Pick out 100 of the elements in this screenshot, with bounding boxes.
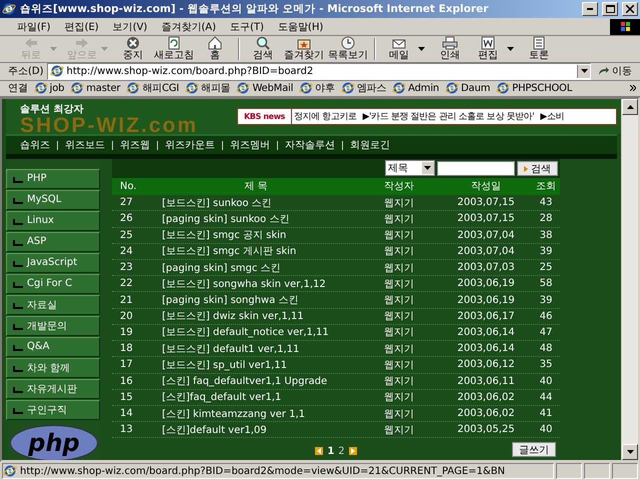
address-field[interactable]: http://www.shop-wiz.com/board.php?BID=board2 (46, 62, 591, 80)
sidebar-item[interactable]: MySQL (6, 190, 100, 210)
post-title-link[interactable]: [스킨]faq_default ver1,1 (154, 390, 350, 404)
dropdown-arrow-icon[interactable] (418, 46, 425, 51)
table-cell-text: 웹지기 (383, 375, 415, 388)
sidebar-item[interactable]: JavaScript (6, 253, 100, 272)
table-cell-text: 14 (119, 408, 134, 420)
dropdown-arrow-icon[interactable] (507, 46, 514, 51)
table-cell-text: 웹지기 (383, 424, 415, 437)
toolbar-button[interactable]: 즐겨찾기 (282, 36, 326, 62)
page-icon (496, 81, 510, 96)
write-button[interactable]: 글쓰기 (512, 442, 556, 458)
nav-link[interactable]: 숍위즈 (20, 138, 50, 152)
go-button[interactable]: 이동 (594, 64, 636, 78)
sidebar-item[interactable]: ASP (6, 232, 100, 252)
post-title-link[interactable]: [paging skin] sunkoo 스킨 (154, 212, 350, 226)
next-page-icon[interactable] (348, 447, 357, 456)
post-title-link[interactable]: [보드스킨] smgc 게시판 skin (154, 244, 350, 258)
table-cell-text: 2003,07,04 (456, 230, 516, 241)
bullet-icon (524, 166, 528, 172)
table-cell-text: 26 (119, 213, 134, 224)
post-title-link[interactable]: [스킨]default ver1,09 (154, 422, 350, 437)
post-title-link[interactable]: [paging skin] songhwa 스킨 (154, 293, 350, 308)
post-title-link[interactable]: [보드스킨] dwiz skin ver,1,11 (154, 309, 350, 324)
search-field-select[interactable]: 제목 (384, 160, 435, 176)
toolbar-button[interactable]: 홈 (196, 36, 234, 62)
menu-item[interactable]: 즐겨찾기(A) (154, 20, 223, 34)
page-icon (50, 64, 64, 78)
sidebar-item[interactable]: 자료실 (6, 295, 100, 314)
table-cell-text: 16 (119, 376, 134, 387)
minimize-button[interactable] (582, 2, 598, 16)
scrollbar[interactable] (621, 99, 638, 460)
post-title-link[interactable]: [보드스킨] default_notice ver,1,11 (154, 325, 350, 340)
link-item[interactable]: job (34, 81, 64, 96)
page-link[interactable]: 1 (327, 446, 334, 457)
link-item[interactable]: master (70, 81, 120, 96)
link-item[interactable]: Admin (392, 81, 440, 96)
nav-link[interactable]: 회원로긴 (350, 138, 390, 152)
link-item[interactable]: WebMail (236, 81, 294, 96)
post-title-link[interactable]: [스킨] faq_defaultver1,1 Upgrade (154, 374, 350, 388)
post-title-link[interactable]: [보드스킨] sp_util ver1,11 (154, 358, 350, 372)
link-item[interactable]: Daum (445, 81, 490, 96)
menu-item[interactable]: 편집(E) (58, 20, 106, 34)
link-item[interactable]: 야후 (299, 81, 335, 96)
page-icon (299, 81, 314, 96)
news-headline[interactable]: 정지에 항고키로 (292, 109, 361, 124)
post-title-link[interactable]: [보드스킨] sunkoo 스킨 (154, 196, 350, 210)
menu-item[interactable]: 도움말(H) (270, 20, 330, 34)
nav-link[interactable]: 자작솔루션 (285, 138, 335, 152)
nav-link[interactable]: 위즈웹 (120, 138, 150, 152)
table-cell-text: 28 (538, 213, 554, 224)
news-headline[interactable]: ▶'카드 분쟁 절반은 관리 소홀로 보상 못받아' (360, 109, 538, 124)
post-title-link[interactable]: [스킨] kimteamzzang ver 1,1 (154, 406, 350, 421)
close-button[interactable] (622, 2, 638, 16)
toolbar-button[interactable]: 중지 (114, 36, 152, 62)
toolbar-button[interactable]: 검색 (244, 36, 282, 62)
prev-page-icon[interactable] (315, 447, 324, 456)
menu-item[interactable]: 도구(T) (223, 20, 271, 34)
sidebar-item[interactable]: Linux (6, 211, 100, 230)
status-pane (584, 463, 610, 479)
search-icon (255, 36, 271, 50)
nav-link[interactable]: 위즈카운트 (165, 138, 215, 152)
page-link[interactable]: 2 (338, 446, 345, 457)
table-cell-text: 2003,06,19 (456, 278, 516, 290)
menu-item[interactable]: 보기(V) (106, 20, 154, 34)
dropdown-button[interactable] (577, 64, 590, 78)
php-logo: php (10, 425, 98, 460)
search-input[interactable] (436, 160, 515, 176)
sidebar-item[interactable]: 구인구직 (6, 400, 100, 420)
toolbar-button[interactable]: 새로고침 (152, 36, 196, 62)
search-button[interactable]: 검색 (516, 160, 558, 176)
toolbar-button[interactable]: 메일 (380, 36, 418, 62)
maximize-button[interactable] (602, 2, 618, 16)
sidebar-item[interactable]: 개발문의 (6, 316, 100, 336)
toolbar-button[interactable]: 인쇄 (431, 36, 469, 62)
sidebar-item[interactable]: 차와 함께 (6, 358, 100, 378)
toolbar-button[interactable]: 목록보기 (326, 36, 370, 62)
link-item[interactable]: 엠파스 (340, 81, 386, 96)
news-headline[interactable]: ▶소비 (538, 109, 568, 124)
menu-item[interactable]: 파일(F) (10, 20, 58, 34)
sidebar-item[interactable]: PHP (6, 169, 100, 188)
toolbar-button[interactable]: 편집 (469, 36, 507, 62)
sidebar-item[interactable]: Cgi For C (6, 274, 100, 294)
sidebar-item[interactable]: Q&A (6, 337, 100, 356)
link-item[interactable]: PHPSCHOOL (496, 81, 572, 96)
post-title-link[interactable]: [paging skin] smgc 스킨 (154, 260, 350, 275)
post-title-link[interactable]: [보드스킨] songwha skin ver,1,12 (154, 276, 350, 291)
nav-link[interactable]: 위즈멤버 (230, 138, 270, 152)
post-title-link[interactable]: [보드스킨] smgc 공지 skin (154, 228, 350, 242)
link-item[interactable]: 해피CGI (126, 81, 180, 96)
toolbar-button[interactable]: 토론 (520, 36, 558, 62)
table-cell-text: 48 (538, 343, 554, 354)
table-cell-text: 웹지기 (383, 342, 415, 356)
nav-link[interactable]: 위즈보드 (65, 138, 105, 152)
table-cell-text: 40 (538, 376, 554, 387)
sidebar-item[interactable]: 자유게시판 (6, 379, 100, 398)
link-item[interactable]: 해피몰 (185, 81, 230, 96)
table-cell-text: 22 (119, 278, 134, 290)
post-title-link[interactable]: [보드스킨] default1 ver,1,11 (154, 342, 350, 356)
table-cell-text: 웹지기 (383, 262, 415, 275)
